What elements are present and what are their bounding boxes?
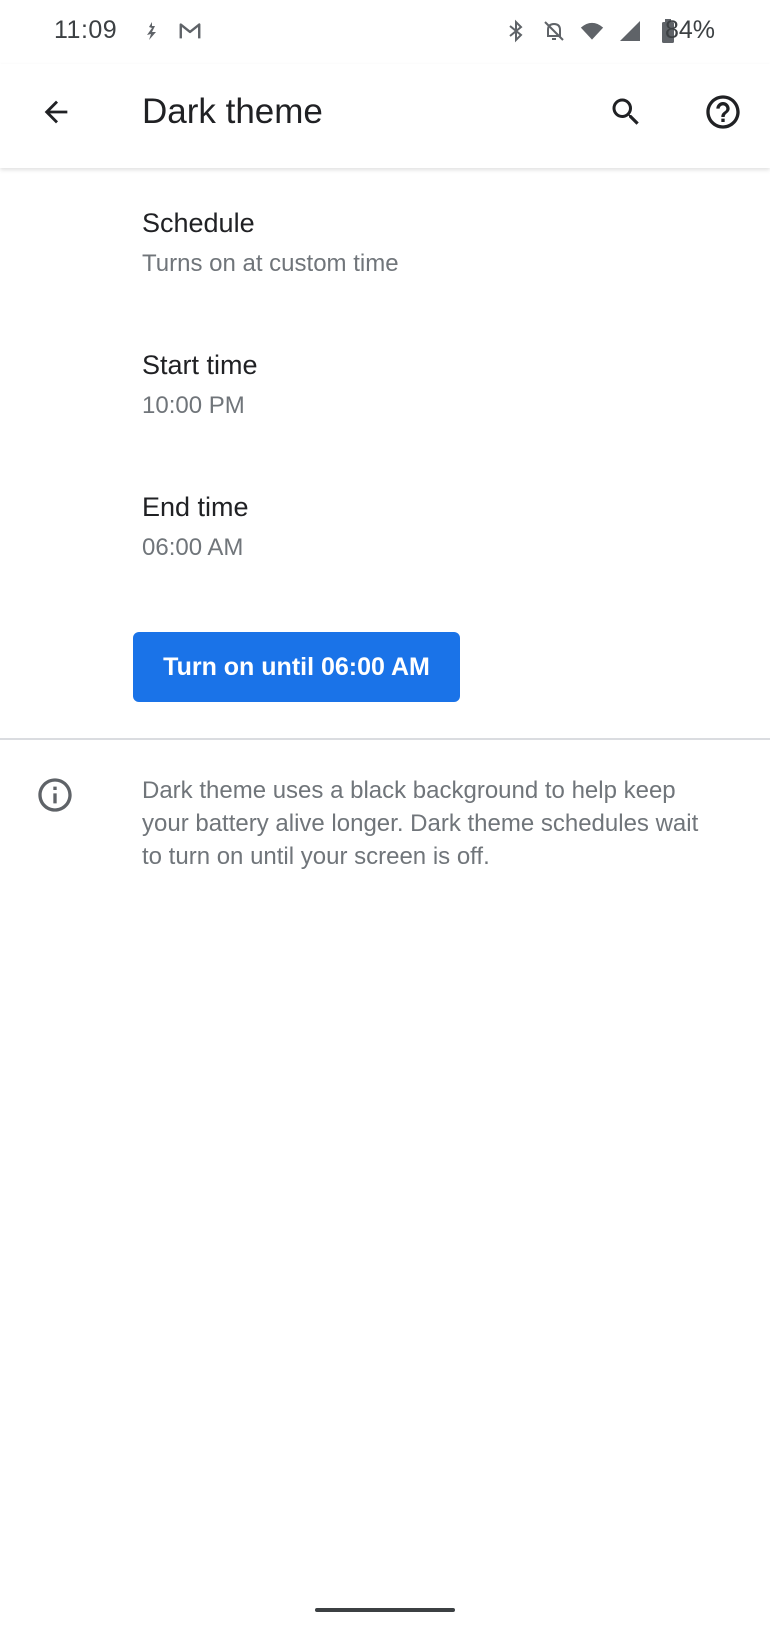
turn-on-button[interactable]: Turn on until 06:00 AM <box>133 632 460 702</box>
search-button[interactable] <box>600 86 652 138</box>
setting-summary: 06:00 AM <box>142 534 244 561</box>
schedule-setting[interactable]: Schedule Turns on at custom time <box>0 180 770 312</box>
info-icon <box>34 774 76 816</box>
gmail-icon <box>178 18 202 44</box>
bluetooth-icon <box>504 18 528 44</box>
status-left-icons <box>140 18 202 44</box>
setting-title: Start time <box>142 350 258 380</box>
wifi-icon <box>580 18 604 44</box>
setting-summary: Turns on at custom time <box>142 250 399 277</box>
status-bar: 11:09 84% <box>0 0 770 64</box>
start-time-setting[interactable]: Start time 10:00 PM <box>0 322 770 454</box>
arrow-back-icon <box>44 100 68 124</box>
setting-title: End time <box>142 492 249 522</box>
end-time-setting[interactable]: End time 06:00 AM <box>0 464 770 596</box>
app-bar: Dark theme <box>0 64 770 168</box>
help-icon <box>706 95 740 129</box>
status-right-icons <box>504 18 680 44</box>
pac-man-icon <box>140 18 164 44</box>
cell-signal-icon <box>618 18 642 44</box>
notifications-off-icon <box>542 18 566 44</box>
status-time: 11:09 <box>54 16 118 44</box>
gesture-nav-handle[interactable] <box>315 1608 455 1612</box>
page-title: Dark theme <box>142 92 323 131</box>
search-icon <box>612 98 639 125</box>
divider <box>0 738 770 740</box>
info-description: Dark theme uses a black background to he… <box>142 777 699 870</box>
battery-percentage: 84% <box>664 16 715 44</box>
back-button[interactable] <box>30 86 82 138</box>
setting-title: Schedule <box>142 208 255 238</box>
help-button[interactable] <box>697 86 749 138</box>
setting-summary: 10:00 PM <box>142 392 245 419</box>
